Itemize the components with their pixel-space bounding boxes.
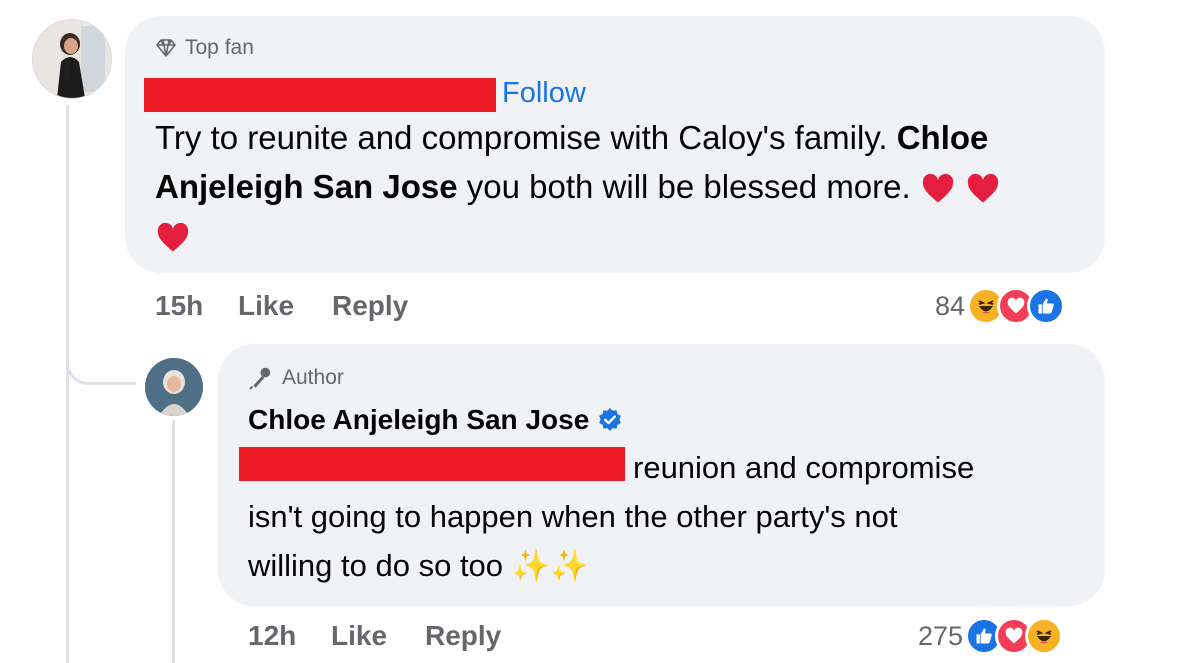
reaction-count: 84 (935, 290, 966, 321)
mention-link[interactable]: Chloe (897, 119, 989, 156)
microphone-icon (249, 367, 271, 390)
commenter-avatar[interactable] (32, 19, 112, 99)
top-fan-label: Top fan (185, 36, 254, 59)
red-heart-emoji-icon (922, 174, 953, 203)
comment-text-part2: you both will be blessed more. (466, 168, 911, 205)
top-fan-badge: Top fan (155, 36, 254, 60)
reply-time[interactable]: 12h (248, 620, 296, 652)
like-button[interactable]: Like (238, 290, 294, 322)
redacted-commenter-name (144, 78, 496, 112)
author-badge: Author (248, 365, 344, 391)
verified-badge-icon (599, 408, 622, 431)
reply-like-button[interactable]: Like (331, 620, 387, 652)
like-reaction-icon (1027, 287, 1066, 325)
thread-connector (66, 330, 136, 385)
reply-text-line2: isn't going to happen when the other par… (248, 499, 898, 534)
comment-reactions[interactable]: 84 (935, 287, 1066, 325)
author-name-link[interactable]: Chloe Anjeleigh San Jose (248, 404, 589, 436)
author-avatar[interactable] (145, 358, 203, 416)
comment-time[interactable]: 15h (155, 290, 203, 322)
sparkles-emoji-icon: ✨✨ (511, 548, 589, 583)
comment-text-part1: Try to reunite and compromise with Caloy… (155, 119, 888, 156)
thread-line (66, 105, 69, 663)
red-heart-emoji-icon (157, 223, 189, 252)
author-label: Author (282, 366, 344, 389)
reply-reaction-count: 275 (918, 620, 964, 651)
mention-link-continued[interactable]: Anjeleigh San Jose (155, 168, 458, 205)
author-photo-icon (145, 358, 203, 416)
reply-thread-line (172, 420, 175, 663)
reply-text: reunion and compromise isn't going to ha… (248, 443, 1088, 590)
haha-reaction-icon (1025, 617, 1064, 655)
reply-reply-button[interactable]: Reply (425, 620, 501, 652)
person-silhouette-icon (57, 26, 105, 98)
author-name-row: Chloe Anjeleigh San Jose (248, 404, 623, 436)
diamond-icon (156, 39, 176, 57)
reply-reactions[interactable]: 275 (918, 617, 1064, 655)
comment-text: Try to reunite and compromise with Caloy… (155, 113, 1095, 260)
reply-text-line1: reunion and compromise (633, 450, 975, 485)
reply-button[interactable]: Reply (332, 290, 408, 322)
follow-link[interactable]: Follow (502, 77, 586, 110)
red-heart-emoji-icon (967, 174, 999, 203)
reply-text-line3: willing to do so too (248, 548, 504, 583)
